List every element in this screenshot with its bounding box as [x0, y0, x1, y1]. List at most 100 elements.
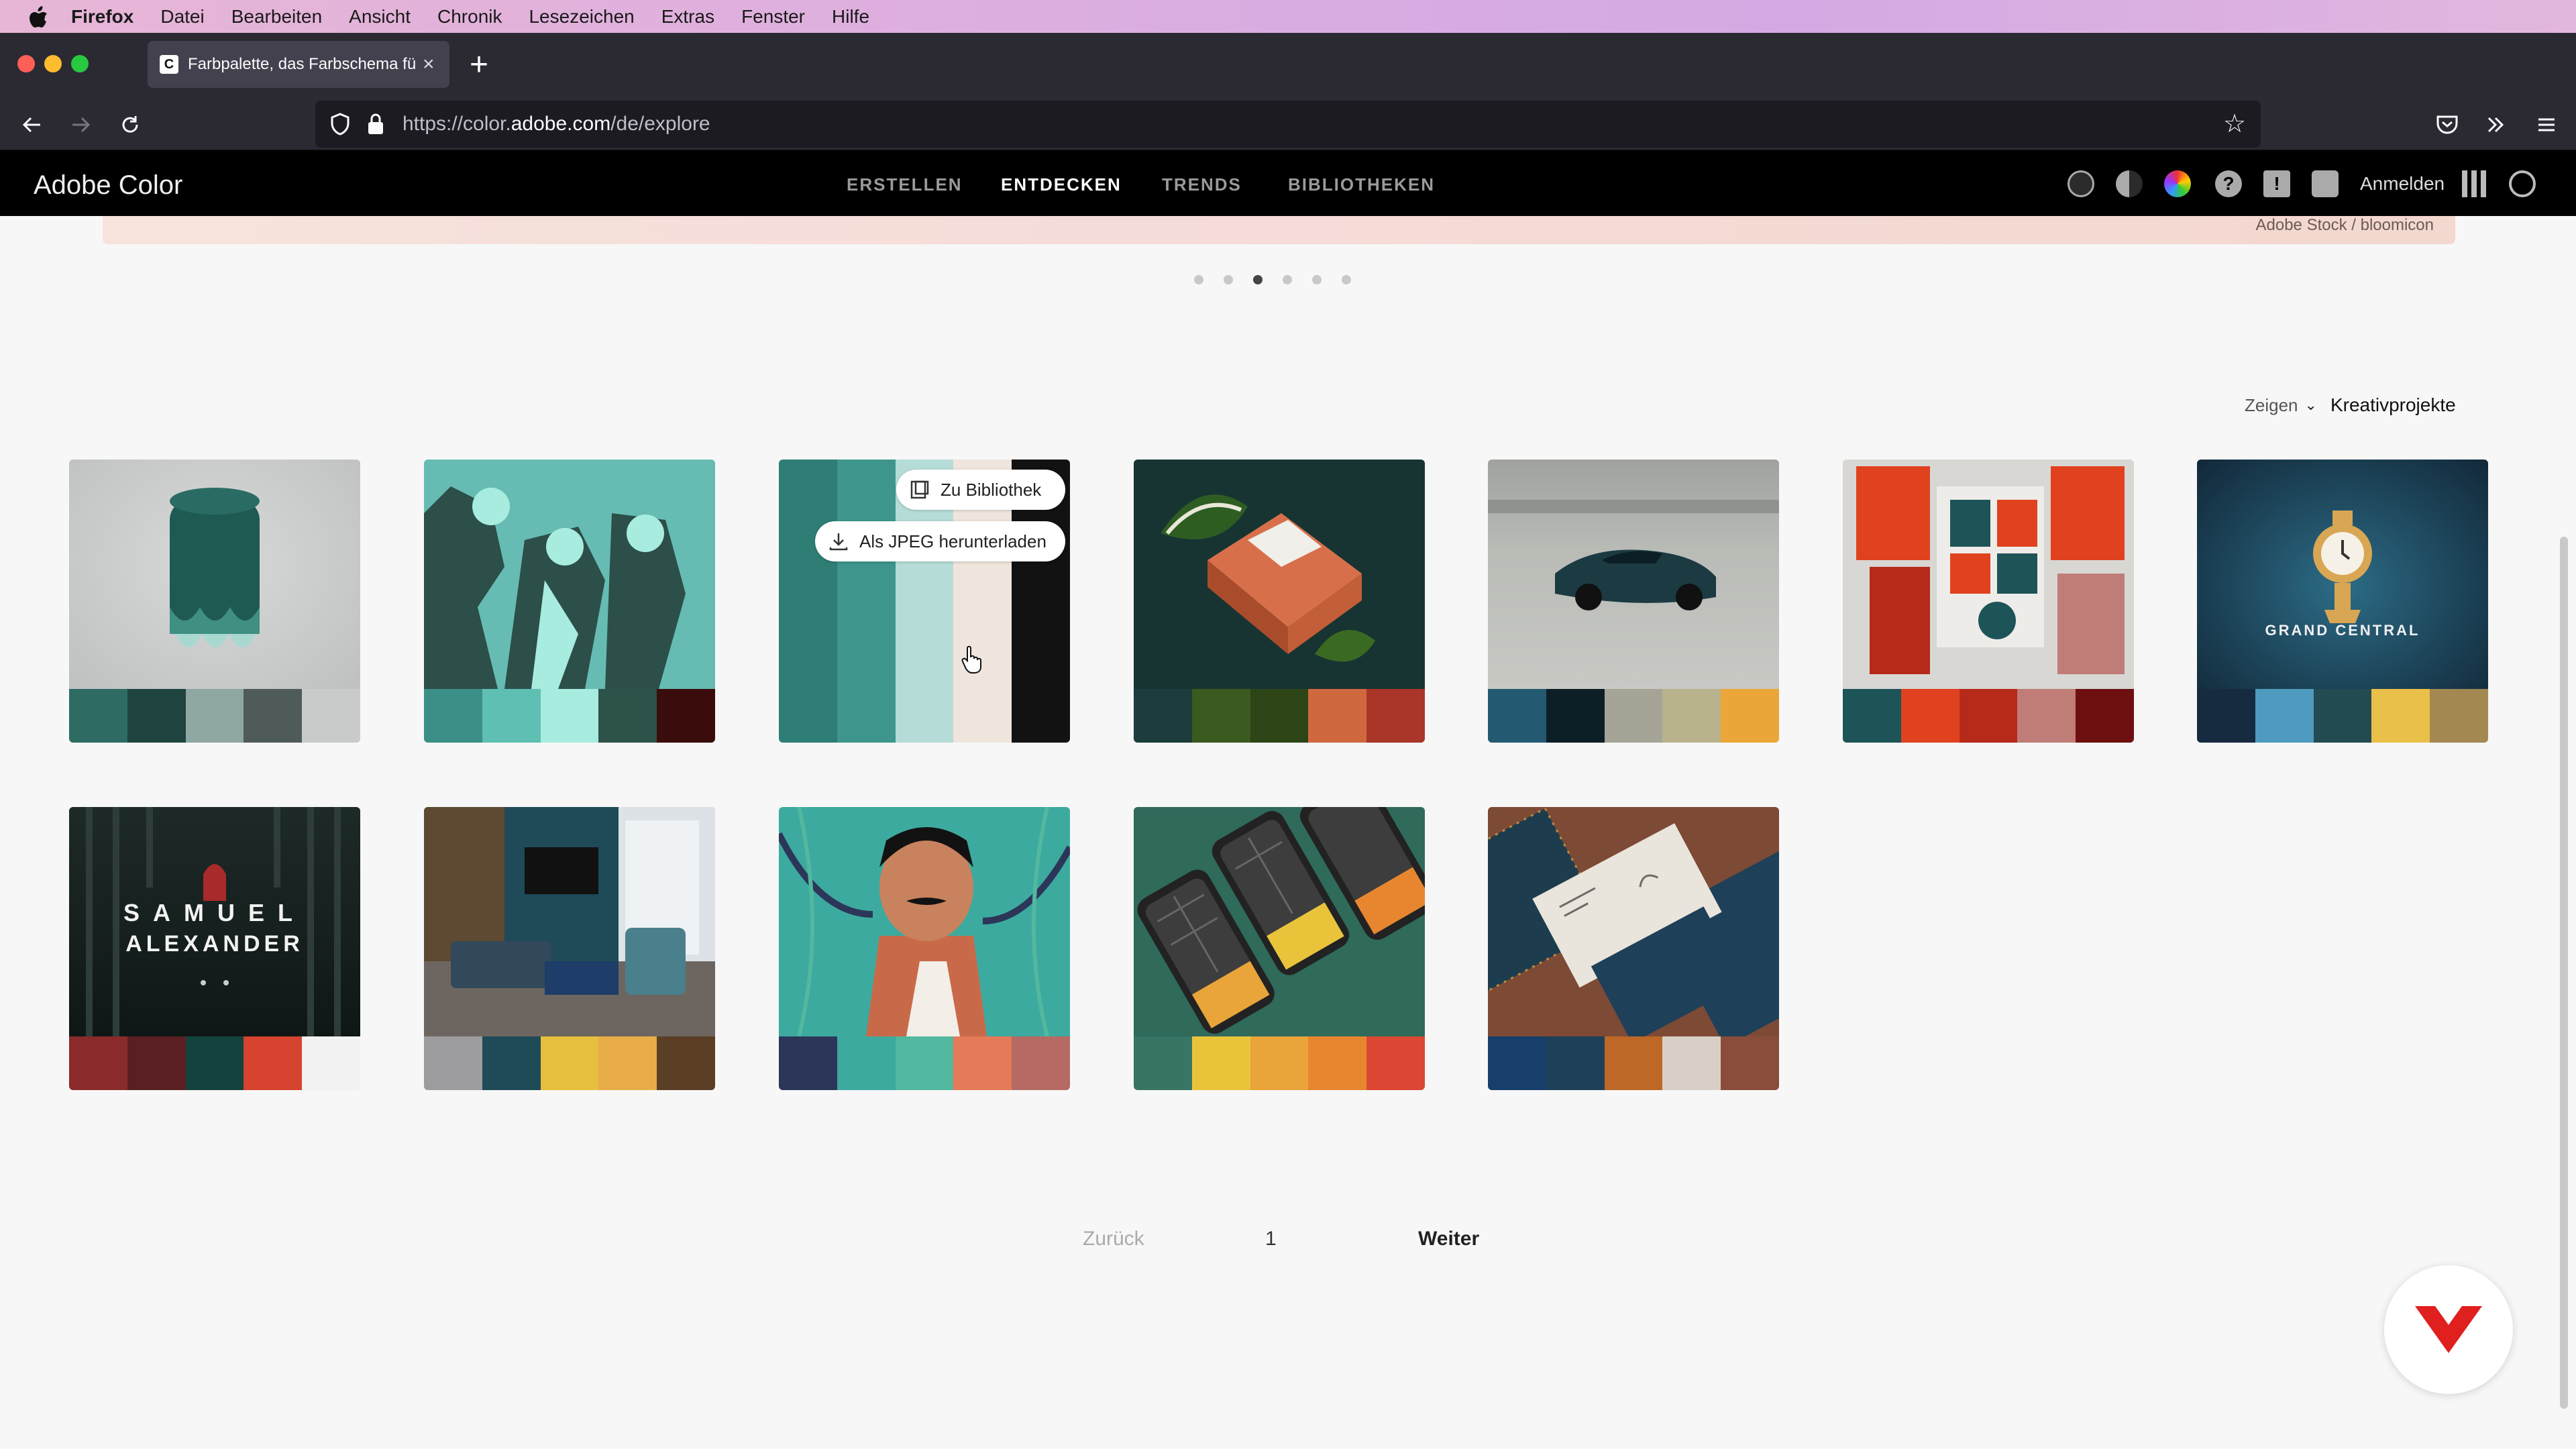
- color-wheel-icon[interactable]: [2164, 170, 2191, 197]
- palette-card[interactable]: [779, 807, 1070, 1090]
- close-window-button[interactable]: [17, 55, 35, 72]
- carousel-dot[interactable]: [1224, 275, 1233, 284]
- palette-card[interactable]: [1134, 460, 1425, 743]
- color-swatch: [1488, 689, 1546, 743]
- color-swatch: [1721, 689, 1779, 743]
- nav-erstellen[interactable]: ERSTELLEN: [847, 174, 963, 195]
- add-to-library-button[interactable]: Zu Bibliothek: [896, 470, 1065, 510]
- overflow-chevrons-icon[interactable]: [2481, 110, 2510, 140]
- pocket-icon[interactable]: [2432, 110, 2462, 140]
- card-swatches: [1134, 1036, 1425, 1090]
- url-bar[interactable]: https://color.adobe.com/de/explore ☆: [315, 101, 2261, 148]
- close-tab-icon[interactable]: ×: [423, 53, 435, 76]
- color-swatch: [1366, 1036, 1425, 1090]
- card-swatches: [1488, 689, 1779, 743]
- back-arrow-icon[interactable]: [17, 110, 47, 140]
- download-jpeg-button[interactable]: Als JPEG herunterladen: [815, 521, 1065, 561]
- color-swatch: [2017, 689, 2076, 743]
- color-swatch: [598, 1036, 657, 1090]
- card-image: GRAND CENTRAL: [2197, 460, 2488, 689]
- menu-bearbeiten[interactable]: Bearbeiten: [231, 6, 322, 28]
- contrast-icon[interactable]: [2116, 170, 2143, 197]
- carousel-dot[interactable]: [1194, 275, 1203, 284]
- menu-datei[interactable]: Datei: [160, 6, 204, 28]
- adobe-color-logo[interactable]: Adobe Color: [34, 170, 182, 201]
- help-icon[interactable]: ?: [2215, 170, 2242, 197]
- nav-trends[interactable]: TRENDS: [1162, 174, 1242, 195]
- menu-ansicht[interactable]: Ansicht: [349, 6, 411, 28]
- color-swatch: [1959, 689, 2018, 743]
- menu-lesezeichen[interactable]: Lesezeichen: [529, 6, 634, 28]
- nav-entdecken[interactable]: ENTDECKEN: [1001, 174, 1122, 195]
- palette-card[interactable]: [1843, 460, 2134, 743]
- creative-cloud-icon[interactable]: [2509, 170, 2536, 197]
- filter-value: Kreativprojekte: [2330, 394, 2456, 415]
- color-swatch: [244, 689, 303, 743]
- forward-arrow-icon[interactable]: [66, 110, 95, 140]
- apps-grid-icon[interactable]: [2462, 170, 2489, 197]
- page-scrollbar[interactable]: [2560, 537, 2568, 1409]
- browser-tab-active[interactable]: C Farbpalette, das Farbschema fü ×: [148, 41, 449, 88]
- tracking-shield-icon[interactable]: [330, 113, 353, 136]
- palette-card[interactable]: [424, 807, 715, 1090]
- card-image: [424, 807, 715, 1036]
- color-swatch: [2430, 689, 2488, 743]
- pagination-prev[interactable]: Zurück: [1083, 1228, 1144, 1250]
- pagination-page-number[interactable]: 1: [1265, 1228, 1277, 1250]
- minimize-window-button[interactable]: [44, 55, 62, 72]
- card-image: SAMUEL ALEXANDER: [69, 807, 360, 1036]
- card-swatches: [424, 1036, 715, 1090]
- apple-icon[interactable]: [27, 5, 51, 29]
- color-swatch: [1134, 1036, 1192, 1090]
- color-swatch: [185, 689, 244, 743]
- color-swatch: [1662, 689, 1721, 743]
- adobe-chat-button[interactable]: [2384, 1265, 2513, 1394]
- accessibility-star-icon[interactable]: [2068, 170, 2094, 197]
- carousel-dot[interactable]: [1283, 275, 1292, 284]
- palette-card[interactable]: [424, 460, 715, 743]
- palette-card[interactable]: [1488, 807, 1779, 1090]
- carousel-dot-active[interactable]: [1253, 275, 1263, 284]
- color-swatch: [302, 1036, 360, 1090]
- bookmark-star-icon[interactable]: ☆: [2223, 111, 2249, 137]
- add-to-library-label: Zu Bibliothek: [941, 479, 1042, 500]
- pagination-next[interactable]: Weiter: [1418, 1228, 1479, 1250]
- menu-firefox[interactable]: Firefox: [71, 6, 133, 28]
- feedback-icon[interactable]: !: [2263, 170, 2290, 197]
- carousel-dot[interactable]: [1312, 275, 1322, 284]
- hamburger-menu-icon[interactable]: [2532, 110, 2561, 140]
- palette-card[interactable]: SAMUEL ALEXANDER: [69, 807, 360, 1090]
- nav-bibliotheken[interactable]: BIBLIOTHEKEN: [1288, 174, 1435, 195]
- color-swatch: [1662, 1036, 1721, 1090]
- carousel-banner[interactable]: Adobe Stock / bloomicon: [103, 216, 2455, 244]
- palette-card[interactable]: [1134, 807, 1425, 1090]
- color-swatch: [1191, 689, 1250, 743]
- color-swatch: [2313, 689, 2372, 743]
- menu-chronik[interactable]: Chronik: [437, 6, 502, 28]
- palette-card[interactable]: [1488, 460, 1779, 743]
- adobe-color-header: Adobe Color ERSTELLEN ENTDECKEN TRENDS B…: [0, 150, 2576, 216]
- maximize-window-button[interactable]: [71, 55, 89, 72]
- card-swatches: [1134, 689, 1425, 743]
- filter-label: Zeigen: [2245, 394, 2298, 415]
- menu-extras[interactable]: Extras: [661, 6, 714, 28]
- signin-link[interactable]: Anmelden: [2360, 173, 2445, 195]
- carousel-dot[interactable]: [1342, 275, 1351, 284]
- color-swatch: [1546, 689, 1605, 743]
- lock-icon[interactable]: [366, 113, 386, 136]
- menu-hilfe[interactable]: Hilfe: [832, 6, 869, 28]
- palette-card[interactable]: GRAND CENTRAL: [2197, 460, 2488, 743]
- filter-dropdown[interactable]: Zeigen ⌄ Kreativprojekte: [2245, 394, 2456, 416]
- color-swatch: [127, 1036, 186, 1090]
- palette-card[interactable]: [69, 460, 360, 743]
- url-text[interactable]: https://color.adobe.com/de/explore: [402, 113, 710, 136]
- card-swatches: [779, 1036, 1070, 1090]
- card-swatches: [2197, 689, 2488, 743]
- reload-icon[interactable]: [115, 110, 145, 140]
- chat-icon[interactable]: [2312, 170, 2339, 197]
- browser-navbar: https://color.adobe.com/de/explore ☆: [0, 98, 2576, 150]
- menu-fenster[interactable]: Fenster: [741, 6, 805, 28]
- color-swatch: [1900, 689, 1960, 743]
- adobe-logo-icon: [2415, 1306, 2482, 1353]
- new-tab-button[interactable]: +: [470, 46, 488, 83]
